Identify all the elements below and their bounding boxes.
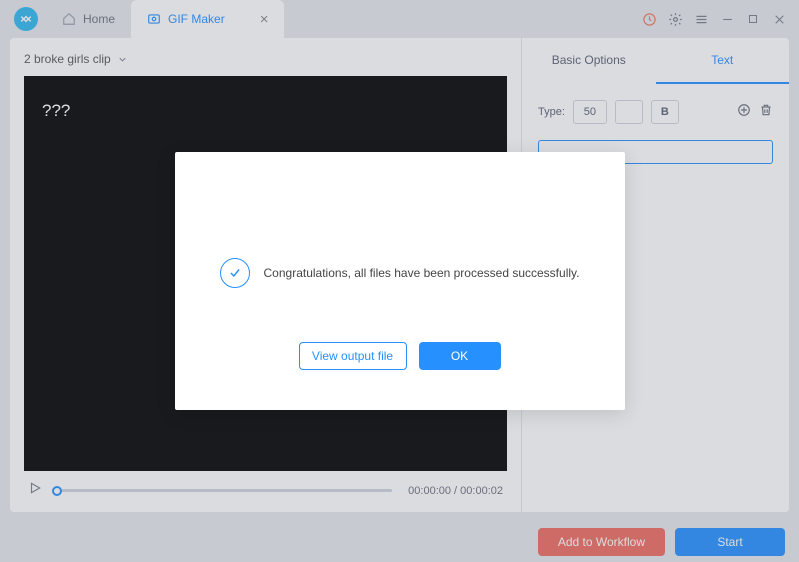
modal-overlay: Congratulations, all files have been pro… [0, 0, 799, 562]
check-icon [220, 258, 250, 288]
modal-message: Congratulations, all files have been pro… [264, 266, 580, 280]
success-modal: Congratulations, all files have been pro… [175, 152, 625, 410]
ok-button[interactable]: OK [419, 342, 501, 370]
view-output-button[interactable]: View output file [299, 342, 407, 370]
